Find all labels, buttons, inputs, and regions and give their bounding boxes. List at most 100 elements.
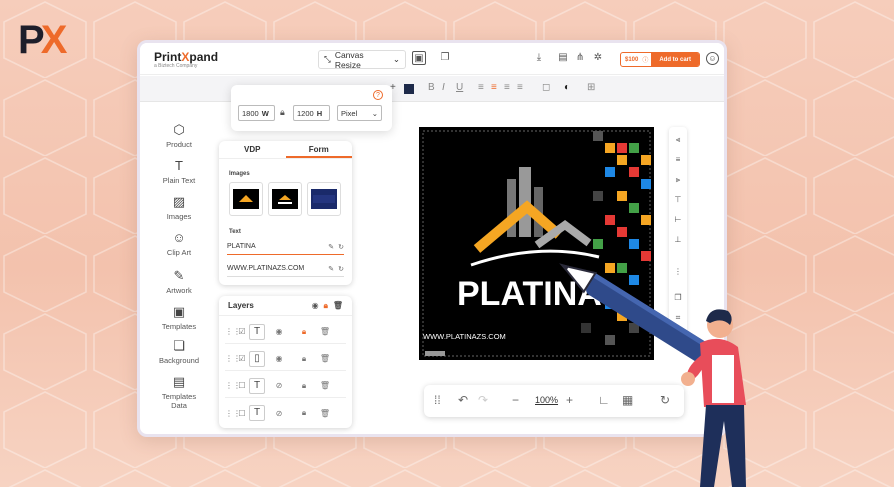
image-thumbnail[interactable]	[268, 182, 302, 216]
smiley-icon: ☺	[172, 230, 186, 245]
sidebar-item-label: Templates Data	[161, 392, 197, 410]
zoom-out-icon[interactable]: −	[512, 393, 519, 407]
settings-icon[interactable]: ✲	[591, 51, 605, 65]
shape-icon[interactable]: ◻	[542, 82, 550, 93]
align-justify-icon[interactable]: ≡	[517, 82, 523, 93]
refresh-icon[interactable]: ↻	[338, 243, 344, 251]
edit-icon[interactable]: ✎	[328, 243, 334, 251]
trash-icon[interactable]: 🗑︎	[333, 301, 343, 310]
layer-row[interactable]: ⋮⋮ ☑ T ◉ 🔒︎ 🗑︎	[225, 320, 346, 344]
italic-icon[interactable]: I	[442, 82, 445, 93]
cube-icon: ⬡	[173, 122, 185, 137]
trash-icon[interactable]: 🗑︎	[315, 409, 335, 418]
grid-icon[interactable]: ⊞	[587, 82, 595, 93]
image-icon: ▨	[172, 194, 186, 209]
height-field[interactable]: 1200 H	[293, 105, 330, 121]
drag-handle-icon[interactable]: ⋮⋮	[225, 327, 241, 336]
tab-vdp[interactable]: VDP	[219, 141, 286, 158]
preview-icon[interactable]: ▣	[412, 51, 426, 65]
align-center-icon[interactable]: ≡	[491, 82, 497, 93]
drag-handle-icon[interactable]: ⁞⁞	[434, 393, 441, 407]
help-icon[interactable]: ?	[373, 90, 383, 100]
format-toolbar: + B I U ≡ ≡ ≡ ≡ ◻ ◐ ⊞	[140, 76, 724, 102]
app-brand: PrintXpand	[154, 50, 219, 64]
lock-icon[interactable]: 🔒︎	[293, 354, 315, 364]
tab-form[interactable]: Form	[285, 141, 352, 158]
align-left-icon[interactable]: ⫷	[673, 135, 683, 145]
download-icon[interactable]: ⤓	[532, 51, 546, 65]
width-field[interactable]: 1800 W	[238, 105, 275, 121]
align-center-icon[interactable]: ≡	[673, 155, 683, 164]
resize-icon: ⤡	[324, 54, 331, 64]
image-thumbnail[interactable]	[307, 182, 341, 216]
layers-panel: Layers ◉ 🔒︎ 🗑︎ ⋮⋮ ☑ T ◉ 🔒︎ 🗑︎ ⋮⋮ ☑ ▯ ◉ 🔒…	[219, 296, 352, 428]
lock-icon[interactable]: 🔒︎	[293, 381, 315, 391]
drag-handle-icon[interactable]: ⋮⋮	[225, 381, 241, 390]
px-logo: PX	[18, 18, 68, 62]
brush-icon: ✎	[173, 268, 185, 283]
checkbox-icon[interactable]: ☑	[235, 354, 249, 363]
sidebar-item-plain-text[interactable]: T Plain Text	[153, 159, 205, 186]
chevron-down-icon: ⌄	[371, 108, 378, 118]
text-field-row[interactable]: PLATINA ✎ ↻	[227, 239, 344, 255]
lock-icon[interactable]: 🔒︎	[280, 107, 285, 118]
sidebar-item-templates-data[interactable]: ▤ Templates Data	[153, 375, 205, 411]
refresh-icon[interactable]: ↻	[338, 265, 344, 273]
align-left-icon[interactable]: ≡	[478, 82, 484, 93]
edit-icon[interactable]: ✎	[328, 265, 334, 273]
align-middle-icon[interactable]: ⊢	[673, 215, 683, 224]
color-swatch[interactable]	[404, 84, 414, 94]
duplicate-icon[interactable]: ❐	[438, 51, 452, 65]
eye-icon[interactable]: ◉	[265, 354, 293, 363]
user-icon[interactable]: ☺	[706, 52, 719, 65]
images-heading: Images	[229, 171, 250, 177]
trash-icon[interactable]: 🗑︎	[315, 327, 335, 336]
text-field-value: PLATINA	[227, 243, 256, 250]
sidebar-item-clip-art[interactable]: ☺ Clip Art	[153, 230, 205, 258]
align-right-icon[interactable]: ≡	[504, 82, 510, 93]
drag-handle-icon[interactable]: ⋮⋮	[225, 354, 241, 363]
align-top-icon[interactable]: ⊤	[673, 195, 683, 204]
price-add-to-cart[interactable]: $100 ⓘ Add to cart	[620, 52, 700, 67]
canvas-resize-button[interactable]: ⤡ Canvas Resize ⌄	[318, 50, 406, 70]
layer-row[interactable]: ⋮⋮ ☑ ▯ ◉ 🔒︎ 🗑︎	[225, 347, 346, 371]
eye-off-icon[interactable]: ⊘	[265, 409, 293, 418]
sidebar-item-label: Background	[158, 356, 200, 365]
trash-icon[interactable]: 🗑︎	[315, 354, 335, 363]
text-layer-icon: T	[249, 405, 265, 421]
lock-icon[interactable]: 🔒︎	[293, 408, 315, 418]
align-right-icon[interactable]: ⫸	[673, 175, 683, 185]
sidebar-item-label: Templates	[161, 322, 197, 331]
unit-select[interactable]: Pixel ⌄	[337, 105, 382, 121]
sidebar-item-templates[interactable]: ▣ Templates	[153, 305, 205, 332]
contrast-icon[interactable]: ◐	[564, 82, 570, 93]
sidebar-item-images[interactable]: ▨ Images	[153, 194, 205, 222]
text-field-row[interactable]: WWW.PLATINAZS.COM ✎ ↻	[227, 261, 344, 277]
sidebar-item-product[interactable]: ⬡ Product	[153, 122, 205, 150]
checkbox-icon[interactable]: ☐	[235, 381, 249, 390]
drag-handle-icon[interactable]: ⋮⋮	[225, 409, 241, 418]
share-icon[interactable]: ⋔	[573, 51, 587, 65]
image-thumbnail[interactable]	[229, 182, 263, 216]
lock-icon[interactable]: 🔒︎	[293, 327, 315, 337]
checkbox-icon[interactable]: ☑	[235, 327, 249, 336]
save-icon[interactable]: ▤	[556, 51, 570, 65]
layer-row[interactable]: ⋮⋮ ☐ T ⊘ 🔒︎ 🗑︎	[225, 401, 346, 425]
checkbox-icon[interactable]: ☐	[235, 409, 249, 418]
background-icon: ❏	[173, 338, 185, 353]
bold-icon[interactable]: B	[428, 82, 435, 93]
undo-icon[interactable]: ↶	[458, 393, 468, 407]
eye-off-icon[interactable]: ⊘	[265, 381, 293, 390]
redo-icon[interactable]: ↷	[478, 393, 488, 407]
px-logo-x: X	[40, 18, 68, 62]
lock-icon[interactable]: 🔒︎	[324, 301, 328, 311]
eye-icon[interactable]: ◉	[265, 327, 293, 336]
text-field-value: WWW.PLATINAZS.COM	[227, 265, 305, 272]
sidebar-item-background[interactable]: ❏ Background	[153, 338, 205, 366]
eye-icon[interactable]: ◉	[312, 301, 319, 310]
sidebar-item-artwork[interactable]: ✎ Artwork	[153, 268, 205, 296]
trash-icon[interactable]: 🗑︎	[315, 381, 335, 390]
layer-row[interactable]: ⋮⋮ ☐ T ⊘ 🔒︎ 🗑︎	[225, 374, 346, 398]
underline-icon[interactable]: U	[456, 82, 463, 93]
add-to-cart-button[interactable]: Add to cart	[651, 53, 699, 66]
